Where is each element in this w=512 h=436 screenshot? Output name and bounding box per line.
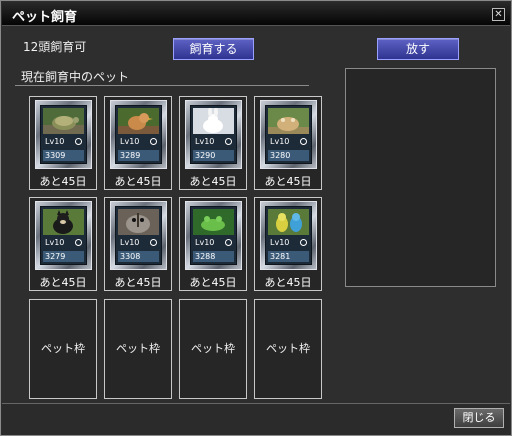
status-ring-icon	[75, 138, 82, 145]
close-button[interactable]: 閉じる	[454, 408, 504, 428]
empty-pet-slot[interactable]: ペット枠	[179, 299, 247, 399]
pet-card: Lv10 3288	[185, 201, 242, 270]
days-remaining: あと45日	[264, 175, 312, 188]
pet-card: Lv10 3308	[110, 201, 167, 270]
pet-id: 3280	[270, 151, 291, 160]
hamster-picture	[268, 108, 309, 134]
pet-id: 3281	[270, 252, 291, 261]
empty-pet-slot[interactable]: ペット枠	[29, 299, 97, 399]
dog-picture	[43, 209, 84, 235]
pet-slot[interactable]: Lv10 3281 あと45日	[254, 197, 322, 291]
pet-level: Lv10	[120, 238, 140, 247]
empty-slot-label: ペット枠	[191, 342, 235, 355]
empty-slot-label: ペット枠	[41, 342, 85, 355]
current-pets-heading: 現在飼育中のペット	[21, 70, 130, 84]
status-ring-icon	[150, 239, 157, 246]
pet-detail-panel	[345, 68, 496, 287]
pet-level: Lv10	[45, 238, 65, 247]
footer-bar	[2, 403, 510, 435]
pet-slot[interactable]: Lv10 3290 あと45日	[179, 96, 247, 190]
pet-card: Lv10 3280	[260, 100, 317, 169]
pet-card: Lv10 3309	[35, 100, 92, 169]
pet-id: 3308	[120, 252, 141, 261]
pet-id: 3290	[195, 151, 216, 160]
status-ring-icon	[225, 239, 232, 246]
pet-id: 3309	[45, 151, 66, 160]
pet-level: Lv10	[195, 238, 215, 247]
pet-level: Lv10	[195, 137, 215, 146]
frog-picture	[193, 209, 234, 235]
days-remaining: あと45日	[264, 276, 312, 289]
pet-level: Lv10	[270, 137, 290, 146]
days-remaining: あと45日	[39, 175, 87, 188]
pet-slot[interactable]: Lv10 3280 あと45日	[254, 96, 322, 190]
empty-pet-slot[interactable]: ペット枠	[104, 299, 172, 399]
sugar-glider-picture	[118, 209, 159, 235]
close-icon[interactable]: ✕	[492, 8, 505, 21]
status-ring-icon	[75, 239, 82, 246]
pet-card: Lv10 3279	[35, 201, 92, 270]
parakeets-picture	[268, 209, 309, 235]
pet-slot[interactable]: Lv10 3289 あと45日	[104, 96, 172, 190]
pet-breeding-window: ペット飼育 ✕ 12頭飼育可 飼育する 放す 現在飼育中のペット Lv10 33…	[0, 0, 512, 436]
pet-level: Lv10	[270, 238, 290, 247]
empty-slot-label: ペット枠	[116, 342, 160, 355]
days-remaining: あと45日	[114, 276, 162, 289]
empty-pet-slot[interactable]: ペット枠	[254, 299, 322, 399]
chick-picture	[118, 108, 159, 134]
pet-slot[interactable]: Lv10 3308 あと45日	[104, 197, 172, 291]
status-ring-icon	[150, 138, 157, 145]
pet-capacity-text: 12頭飼育可	[23, 40, 87, 54]
days-remaining: あと45日	[114, 175, 162, 188]
status-ring-icon	[300, 239, 307, 246]
pet-level: Lv10	[45, 137, 65, 146]
days-remaining: あと45日	[189, 175, 237, 188]
pet-slot[interactable]: Lv10 3309 あと45日	[29, 96, 97, 190]
section-divider	[15, 85, 309, 86]
status-ring-icon	[225, 138, 232, 145]
turtle-picture	[43, 108, 84, 134]
pet-card: Lv10 3281	[260, 201, 317, 270]
pet-id: 3288	[195, 252, 216, 261]
days-remaining: あと45日	[39, 276, 87, 289]
empty-slot-label: ペット枠	[266, 342, 310, 355]
pet-slot[interactable]: Lv10 3279 あと45日	[29, 197, 97, 291]
pet-card: Lv10 3290	[185, 100, 242, 169]
release-button[interactable]: 放す	[377, 38, 459, 60]
pet-level: Lv10	[120, 137, 140, 146]
pet-id: 3289	[120, 151, 141, 160]
rabbit-picture	[193, 108, 234, 134]
pet-card: Lv10 3289	[110, 100, 167, 169]
days-remaining: あと45日	[189, 276, 237, 289]
pet-id: 3279	[45, 252, 66, 261]
window-title: ペット飼育	[12, 10, 78, 25]
breed-button[interactable]: 飼育する	[173, 38, 254, 60]
title-bar: ペット飼育 ✕	[2, 2, 510, 26]
status-ring-icon	[300, 138, 307, 145]
pet-slot[interactable]: Lv10 3288 あと45日	[179, 197, 247, 291]
